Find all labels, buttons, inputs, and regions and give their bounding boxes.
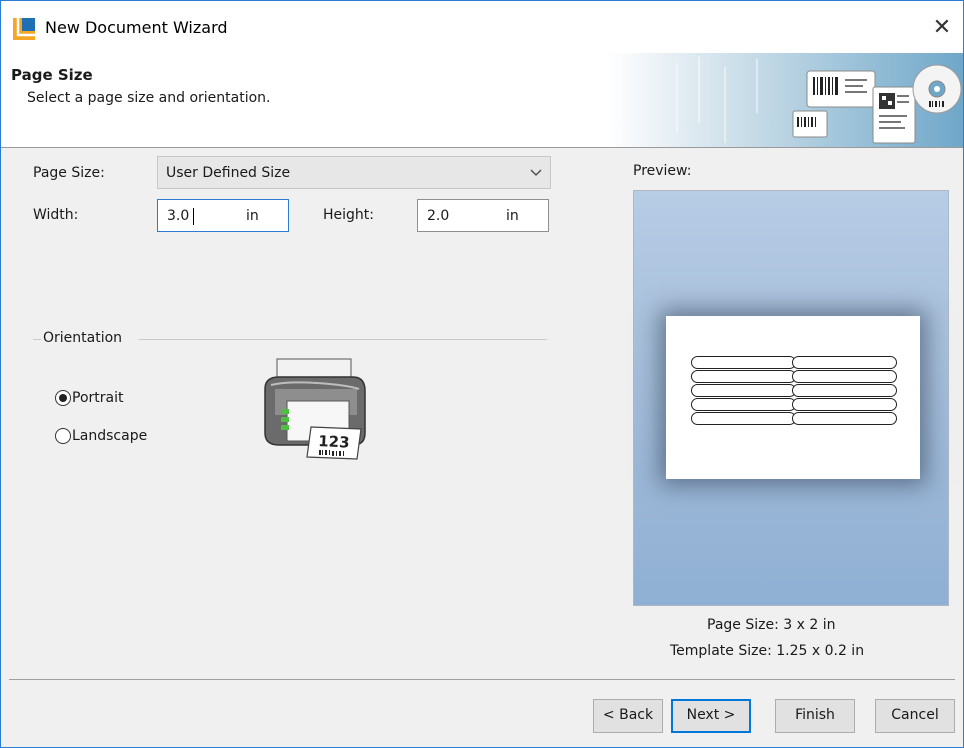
printer-label-text: 123	[318, 432, 350, 452]
preview-template-size-text: Template Size: 1.25 x 0.2 in	[670, 643, 865, 659]
page-title: Page Size	[11, 66, 93, 84]
footer-divider	[9, 679, 955, 680]
page-size-dropdown[interactable]: User Defined Size	[157, 156, 551, 189]
portrait-label[interactable]: Portrait	[72, 390, 123, 406]
chevron-down-icon	[530, 169, 542, 176]
next-button[interactable]: Next >	[671, 699, 751, 733]
barcode-labels-banner-icon	[607, 53, 963, 147]
page-subtitle: Select a page size and orientation.	[27, 90, 271, 106]
preview-label-cell	[792, 370, 897, 383]
preview-label-cell	[792, 384, 897, 397]
app-logo-icon	[13, 18, 35, 40]
preview-label-cell	[691, 412, 796, 425]
window-title: New Document Wizard	[45, 18, 228, 37]
preview-page	[666, 316, 920, 479]
preview-panel	[633, 190, 949, 606]
preview-label-cell	[691, 356, 796, 369]
portrait-radio[interactable]	[55, 390, 71, 406]
group-divider	[139, 339, 547, 340]
preview-label-cell	[691, 370, 796, 383]
wizard-window: New Document Wizard ✕ Page Size Select a…	[0, 0, 964, 748]
close-icon[interactable]: ✕	[927, 13, 957, 43]
height-value: 2.0	[427, 208, 450, 224]
page-size-label: Page Size:	[33, 165, 105, 181]
wizard-header: Page Size Select a page size and orienta…	[1, 53, 963, 148]
width-unit: in	[246, 208, 259, 224]
landscape-label[interactable]: Landscape	[72, 428, 147, 444]
orientation-group-label: Orientation	[43, 330, 123, 346]
width-value: 3.0	[167, 208, 190, 224]
height-input[interactable]: 2.0 in	[417, 199, 549, 232]
preview-page-size-text: Page Size: 3 x 2 in	[707, 617, 836, 633]
radio-dot	[59, 394, 67, 402]
height-label: Height:	[323, 207, 374, 223]
title-bar: New Document Wizard ✕	[1, 1, 963, 53]
height-unit: in	[506, 208, 519, 224]
preview-label: Preview:	[633, 163, 692, 179]
page-size-value: User Defined Size	[166, 165, 291, 181]
back-button[interactable]: < Back	[593, 699, 663, 733]
preview-label-cell	[691, 384, 796, 397]
finish-button[interactable]: Finish	[775, 699, 855, 733]
preview-label-cell	[792, 356, 897, 369]
text-caret	[193, 208, 194, 225]
preview-label-cell	[792, 412, 897, 425]
landscape-radio[interactable]	[55, 428, 71, 444]
preview-label-cell	[691, 398, 796, 411]
width-input[interactable]: 3.0 in	[157, 199, 289, 232]
label-printer-icon: 123	[264, 358, 366, 460]
cancel-button[interactable]: Cancel	[875, 699, 955, 733]
preview-label-cell	[792, 398, 897, 411]
group-divider	[33, 339, 41, 340]
width-label: Width:	[33, 207, 79, 223]
